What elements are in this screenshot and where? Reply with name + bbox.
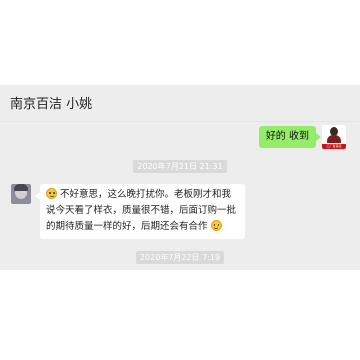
contact-message-bubble[interactable]: 不好意思，这么晚打扰你。老板刚才和我说今天看了样衣，质量很不错，后面订购一批的期… — [35, 184, 245, 239]
timestamp: 2020年7月22日 7:19 — [0, 251, 360, 264]
timestamp: 2020年7月21日 21:31 — [0, 160, 360, 173]
avatar-hair-icon — [14, 184, 28, 191]
smile-emoji-icon — [46, 188, 57, 199]
my-message-bubble[interactable]: 好的 收到 — [258, 126, 322, 148]
smile-emoji-icon — [210, 220, 222, 231]
contact-avatar[interactable] — [11, 184, 31, 204]
chat-header: 南京百洁 小姚 — [0, 85, 360, 122]
avatar-body-icon — [327, 135, 341, 143]
contact-message-text: 不好意思，这么晚打扰你。老板刚才和我说今天看了样衣，质量很不错，后面订购一批的期… — [46, 189, 237, 232]
timestamp-label: 2020年7月21日 21:31 — [133, 160, 227, 173]
my-avatar[interactable]: 工厂直营店 — [322, 125, 346, 149]
avatar-tag: 工厂直营店 — [322, 144, 346, 149]
timestamp-label: 2020年7月22日 7:19 — [135, 251, 225, 264]
chat-title: 南京百洁 小姚 — [10, 97, 93, 112]
